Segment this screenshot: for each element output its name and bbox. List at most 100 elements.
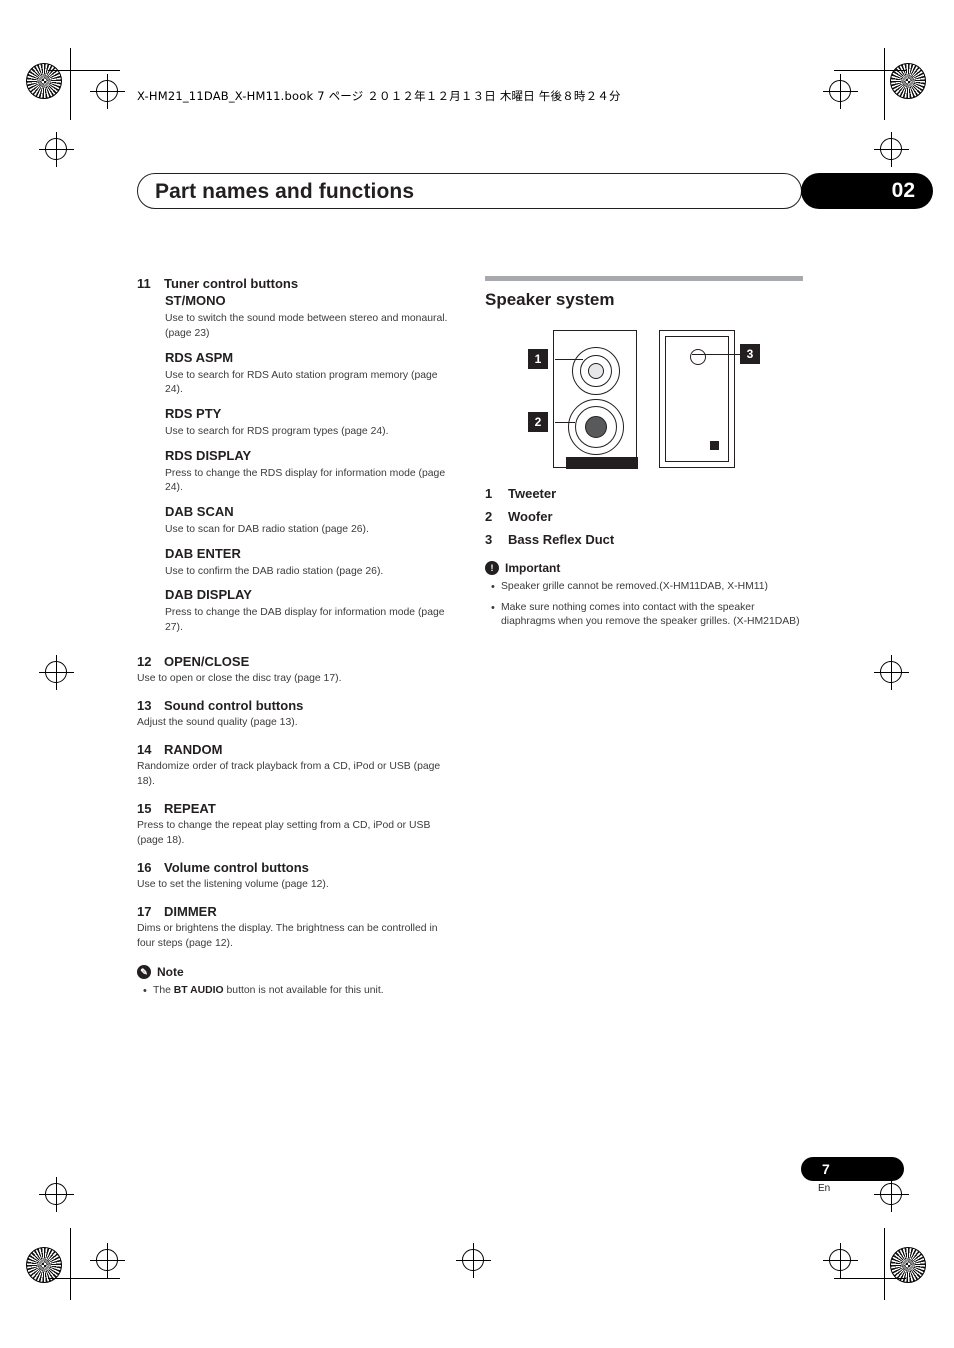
item-label: Volume control buttons <box>164 859 309 875</box>
page-title: Part names and functions <box>155 180 415 203</box>
item-label: REPEAT <box>164 800 216 816</box>
note-bullet: • The BT AUDIO button is not available f… <box>143 984 457 1000</box>
sub-item-dab-scan-desc: Use to scan for DAB radio station (page … <box>165 524 369 536</box>
registration-target-top-left <box>90 74 125 109</box>
sub-item-st-mono: ST/MONO <box>165 293 226 309</box>
legend-label: Bass Reflex Duct <box>508 532 615 547</box>
sub-item-dab-enter-desc: Use to confirm the DAB radio station (pa… <box>165 565 384 577</box>
legend-number: 3 <box>485 532 493 547</box>
item-number: 14 <box>137 741 152 757</box>
speaker-legend: 1 Tweeter 2 Woofer 3 Bass Reflex Duct <box>485 486 805 547</box>
sub-item-dab-enter: DAB ENTER <box>165 545 241 561</box>
left-column: 11 Tuner control buttons ST/MONO Use to s… <box>137 276 457 1000</box>
legend-label: Tweeter <box>508 486 557 501</box>
list-item-17: 17 DIMMER <box>137 904 457 920</box>
item-label: Sound control buttons <box>164 697 304 713</box>
important-title: Important <box>505 561 561 575</box>
registration-target-foot-left <box>90 1243 125 1278</box>
list-item-17-desc: Dims or brightens the display. The brigh… <box>137 922 438 949</box>
legend-label: Woofer <box>508 509 553 524</box>
item-label: OPEN/CLOSE <box>164 653 250 669</box>
important-exclamation-icon: ! <box>485 561 499 575</box>
registration-target-mid-right <box>874 132 909 167</box>
registration-target-foot-center <box>456 1243 491 1278</box>
registration-target-mid-left <box>39 132 74 167</box>
callout-leader-1 <box>555 359 583 360</box>
note-bullet-bold: BT AUDIO <box>173 985 224 997</box>
callout-1-label: 1 <box>534 352 542 366</box>
bass-reflex-duct-opening <box>690 349 706 365</box>
important-bullet-text: Make sure nothing comes into contact wit… <box>501 601 800 628</box>
bullet-dot: • <box>143 985 147 998</box>
crop-mark-h-right-top <box>834 70 906 71</box>
speaker-terminal-mark <box>710 441 719 450</box>
legend-number: 1 <box>485 486 493 501</box>
important-bullet: • Make sure nothing comes into contact w… <box>491 601 805 631</box>
list-item-16: 16 Volume control buttons <box>137 860 457 876</box>
registration-target-center-right <box>874 655 909 690</box>
important-bullet-text: Speaker grille cannot be removed.(X-HM11… <box>501 581 768 592</box>
callout-leader-3 <box>692 354 740 355</box>
callout-2-label: 2 <box>534 415 542 429</box>
crop-mark-h-left-top <box>48 70 120 71</box>
page-number: 7 <box>822 1161 830 1177</box>
item-label: Tuner control buttons <box>164 276 299 291</box>
list-item-15-desc: Press to change the repeat play setting … <box>137 819 431 846</box>
registration-target-bottom-left <box>39 1177 74 1212</box>
legend-number: 2 <box>485 509 493 524</box>
note-title: Note <box>157 965 184 980</box>
crop-mark-h-left-bottom <box>48 1278 120 1279</box>
right-column: Speaker system 1 2 3 1 Tweeter 2 Woofer … <box>485 276 805 630</box>
callout-leader-2 <box>555 422 575 423</box>
callout-1: 1 <box>528 349 548 369</box>
legend-item-bass-reflex-duct: 3 Bass Reflex Duct <box>485 532 805 547</box>
item-number: 13 <box>137 697 152 713</box>
item-number: 11 <box>137 276 151 291</box>
callout-3-label: 3 <box>746 347 754 361</box>
sub-item-rds-pty: RDS PTY <box>165 406 222 422</box>
registration-target-top-right <box>823 74 858 109</box>
item-number: 15 <box>137 800 152 816</box>
chapter-number-badge: 02 <box>801 173 933 209</box>
registration-rosette-top-right <box>890 63 926 99</box>
item-number: 12 <box>137 653 152 669</box>
important-block-header: ! Important <box>485 561 805 575</box>
list-item-15: 15 REPEAT <box>137 801 457 817</box>
legend-item-tweeter: 1 Tweeter <box>485 486 805 501</box>
item-number: 17 <box>137 903 152 919</box>
sub-item-st-mono-desc: Use to switch the sound mode between ste… <box>165 313 448 339</box>
sub-item-rds-display-desc: Press to change the RDS display for info… <box>165 467 446 494</box>
book-file-header: X-HM21_11DAB_X-HM11.book 7 ページ ２０１２年１２月１… <box>137 89 621 103</box>
chapter-title-pill: Part names and functions <box>137 173 802 209</box>
registration-rosette-top-left <box>26 63 62 99</box>
bullet-dot: • <box>491 581 495 593</box>
speaker-base-strip <box>566 457 638 469</box>
sub-item-rds-aspm: RDS ASPM <box>165 349 234 365</box>
list-item-14: 14 RANDOM <box>137 742 457 758</box>
section-rule <box>485 276 803 281</box>
sub-item-dab-display-desc: Press to change the DAB display for info… <box>165 607 445 634</box>
note-block-header: ✎ Note <box>137 965 457 980</box>
sub-item-dab-display: DAB DISPLAY <box>165 587 252 603</box>
item-number: 16 <box>137 859 152 875</box>
sub-item-rds-pty-desc: Use to search for RDS program types (pag… <box>165 425 389 437</box>
crop-mark-v-left-bottom <box>70 1228 71 1300</box>
registration-target-bottom-right <box>874 1177 909 1212</box>
speaker-grille-illustration <box>659 330 735 468</box>
sub-item-rds-display: RDS DISPLAY <box>165 447 252 463</box>
chapter-number: 02 <box>891 179 915 202</box>
registration-target-center-left <box>39 655 74 690</box>
list-item-14-desc: Randomize order of track playback from a… <box>137 761 441 787</box>
bullet-dot: • <box>491 601 495 614</box>
crop-mark-v-right-top <box>884 48 885 120</box>
callout-3: 3 <box>740 344 760 364</box>
item-label: RANDOM <box>164 741 223 757</box>
crop-mark-h-right-bottom <box>834 1278 906 1279</box>
speaker-baffle <box>560 337 638 469</box>
tweeter-dome <box>588 363 604 379</box>
list-item-12: 12 OPEN/CLOSE <box>137 654 457 670</box>
list-item-11: 11 Tuner control buttons <box>137 276 457 292</box>
item-label: DIMMER <box>164 903 217 919</box>
list-item-16-desc: Use to set the listening volume (page 12… <box>137 878 329 890</box>
sub-item-rds-aspm-desc: Use to search for RDS Auto station progr… <box>165 369 438 396</box>
